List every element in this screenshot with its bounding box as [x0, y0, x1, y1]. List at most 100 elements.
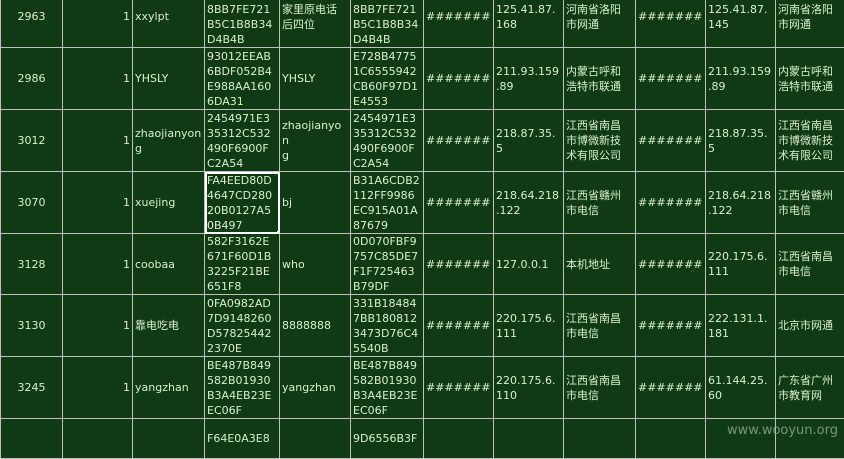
hash-cell[interactable]: 2454971E3 35312C532 490F6900F C2A54 — [205, 110, 280, 172]
date2-cell[interactable]: ####### — [636, 357, 706, 419]
id-cell[interactable] — [1, 419, 63, 459]
password-cell[interactable]: zhaojianyon g — [280, 110, 351, 172]
hash2-cell[interactable]: 9D6556B3F — [351, 419, 424, 459]
password-cell[interactable]: 家里原电话 后四位 — [280, 0, 351, 48]
count-cell[interactable]: 1 — [63, 234, 133, 295]
password-cell[interactable]: YHSLY — [280, 48, 351, 110]
hash-cell[interactable]: E9EE3B801 8BB7FE721 B5C1B8B34 D4B4B — [205, 0, 280, 48]
ip2-cell[interactable]: 125.41.87. 145 — [706, 0, 776, 48]
username-cell[interactable]: coobaa — [133, 234, 205, 295]
spreadsheet-table: 29631xxylptE9EE3B801 8BB7FE721 B5C1B8B34… — [0, 0, 844, 459]
table-row: 32451yangzhanBE487B849 582B01930 B3A4EB2… — [1, 357, 844, 419]
hash2-cell[interactable]: BE487B849 582B01930 B3A4EB23E EC06F — [351, 357, 424, 419]
date2-cell[interactable] — [636, 419, 706, 459]
hash2-cell[interactable]: 331B18484 7BB180812 3473D76C4 5540B — [351, 295, 424, 357]
location-cell[interactable]: 本机地址 — [564, 234, 636, 295]
count-cell[interactable]: 1 — [63, 295, 133, 357]
date2-cell[interactable]: ####### — [636, 234, 706, 295]
ip2-cell[interactable]: 61.144.25. 60 — [706, 357, 776, 419]
location2-cell[interactable]: 河南省洛阳 市网通 — [776, 0, 844, 48]
password-cell[interactable]: 8888888 — [280, 295, 351, 357]
location2-cell[interactable]: 内蒙古呼和 浩特市联通 — [776, 48, 844, 110]
id-cell[interactable]: 2986 — [1, 48, 63, 110]
location2-cell[interactable]: 广东省广州 市教育网 — [776, 357, 844, 419]
location-cell[interactable]: 江西省赣州 市电信 — [564, 172, 636, 234]
location-cell[interactable] — [564, 419, 636, 459]
hash2-cell[interactable]: 0D070FBF9 757C85DE7 F1F725463 B79DF — [351, 234, 424, 295]
date-cell[interactable]: ####### — [424, 357, 494, 419]
ip2-cell[interactable]: 211.93.159 .89 — [706, 48, 776, 110]
ip-cell[interactable]: 211.93.159 .89 — [494, 48, 564, 110]
date-cell[interactable] — [424, 419, 494, 459]
ip2-cell[interactable]: 218.87.35. 5 — [706, 110, 776, 172]
username-cell[interactable] — [133, 419, 205, 459]
password-cell[interactable]: yangzhan — [280, 357, 351, 419]
date2-cell[interactable]: ####### — [636, 172, 706, 234]
id-cell[interactable]: 3130 — [1, 295, 63, 357]
ip-cell[interactable]: 125.41.87. 168 — [494, 0, 564, 48]
username-cell[interactable]: 靠电吃电 — [133, 295, 205, 357]
date-cell[interactable]: ####### — [424, 234, 494, 295]
ip2-cell[interactable]: 218.64.218 .122 — [706, 172, 776, 234]
count-cell[interactable]: 1 — [63, 110, 133, 172]
id-cell[interactable]: 2963 — [1, 0, 63, 48]
username-cell[interactable]: zhaojianyon g — [133, 110, 205, 172]
hash2-cell[interactable]: E9EE3B801 8BB7FE721 B5C1B8B34 D4B4B — [351, 0, 424, 48]
id-cell[interactable]: 3128 — [1, 234, 63, 295]
count-cell[interactable]: 1 — [63, 357, 133, 419]
date-cell[interactable]: ####### — [424, 172, 494, 234]
password-cell[interactable] — [280, 419, 351, 459]
count-cell[interactable] — [63, 419, 133, 459]
date-cell[interactable]: ####### — [424, 48, 494, 110]
date-cell[interactable]: ####### — [424, 0, 494, 48]
date2-cell[interactable]: ####### — [636, 110, 706, 172]
hash2-cell[interactable]: E728B4775 1C6555942 CB60F97D1 E4553 — [351, 48, 424, 110]
location2-cell[interactable]: 江西省南昌 市博微新技 术有限公司 — [776, 110, 844, 172]
hash-cell[interactable]: 582F3162E 671F60D1B 3225F21BE 651F8 — [205, 234, 280, 295]
location-cell[interactable]: 江西省南昌 市博微新技 术有限公司 — [564, 110, 636, 172]
ip-cell[interactable]: 220.175.6. 111 — [494, 295, 564, 357]
location-cell[interactable]: 江西省南昌 市电信 — [564, 295, 636, 357]
username-cell[interactable]: xxylpt — [133, 0, 205, 48]
table-row: 29631xxylptE9EE3B801 8BB7FE721 B5C1B8B34… — [1, 0, 844, 48]
ip-cell[interactable] — [494, 419, 564, 459]
hash-cell[interactable]: 0FA0982AD 7D9148260 D57825442 2370E — [205, 295, 280, 357]
ip-cell[interactable]: 220.175.6. 110 — [494, 357, 564, 419]
location-cell[interactable]: 江西省南昌 市电信 — [564, 357, 636, 419]
count-cell[interactable]: 1 — [63, 48, 133, 110]
count-cell[interactable]: 1 — [63, 0, 133, 48]
table-row: 31281coobaa582F3162E 671F60D1B 3225F21BE… — [1, 234, 844, 295]
password-cell[interactable]: bj — [280, 172, 351, 234]
location-cell[interactable]: 内蒙古呼和 浩特市联通 — [564, 48, 636, 110]
password-cell[interactable]: who — [280, 234, 351, 295]
hash2-cell[interactable]: B31A6CDB2 112FF9986 EC915A01A 87679 — [351, 172, 424, 234]
ip-cell[interactable]: 218.64.218 .122 — [494, 172, 564, 234]
hash-cell[interactable]: 93012EEAB 6BDF052B4 E988AA160 6DA31 — [205, 48, 280, 110]
location2-cell[interactable]: 江西省赣州 市电信 — [776, 172, 844, 234]
hash2-cell[interactable]: 2454971E3 35312C532 490F6900F C2A54 — [351, 110, 424, 172]
ip2-cell[interactable]: 220.175.6. 111 — [706, 234, 776, 295]
ip2-cell[interactable]: 222.131.1. 181 — [706, 295, 776, 357]
date-cell[interactable]: ####### — [424, 110, 494, 172]
location-cell[interactable]: 河南省洛阳 市网通 — [564, 0, 636, 48]
date2-cell[interactable]: ####### — [636, 0, 706, 48]
table-row: 31301靠电吃电0FA0982AD 7D9148260 D57825442 2… — [1, 295, 844, 357]
date2-cell[interactable]: ####### — [636, 295, 706, 357]
ip-cell[interactable]: 127.0.0.1 — [494, 234, 564, 295]
username-cell[interactable]: yangzhan — [133, 357, 205, 419]
count-cell[interactable]: 1 — [63, 172, 133, 234]
hash-cell[interactable]: F64E0A3E8 — [205, 419, 280, 459]
id-cell[interactable]: 3245 — [1, 357, 63, 419]
location2-cell[interactable]: 北京市网通 — [776, 295, 844, 357]
id-cell[interactable]: 3070 — [1, 172, 63, 234]
hash-cell[interactable]: BE487B849 582B01930 B3A4EB23E EC06F — [205, 357, 280, 419]
username-cell[interactable]: YHSLY — [133, 48, 205, 110]
location2-cell[interactable]: 江西省南昌 市电信 — [776, 234, 844, 295]
hash-cell[interactable]: FA4EED80D 4647CD280 20B0127A5 0B497 — [205, 172, 280, 234]
username-cell[interactable]: xuejing — [133, 172, 205, 234]
table-row: F64E0A3E8 9D6556B3F — [1, 419, 844, 459]
date2-cell[interactable]: ####### — [636, 48, 706, 110]
ip-cell[interactable]: 218.87.35. 5 — [494, 110, 564, 172]
date-cell[interactable]: ####### — [424, 295, 494, 357]
id-cell[interactable]: 3012 — [1, 110, 63, 172]
